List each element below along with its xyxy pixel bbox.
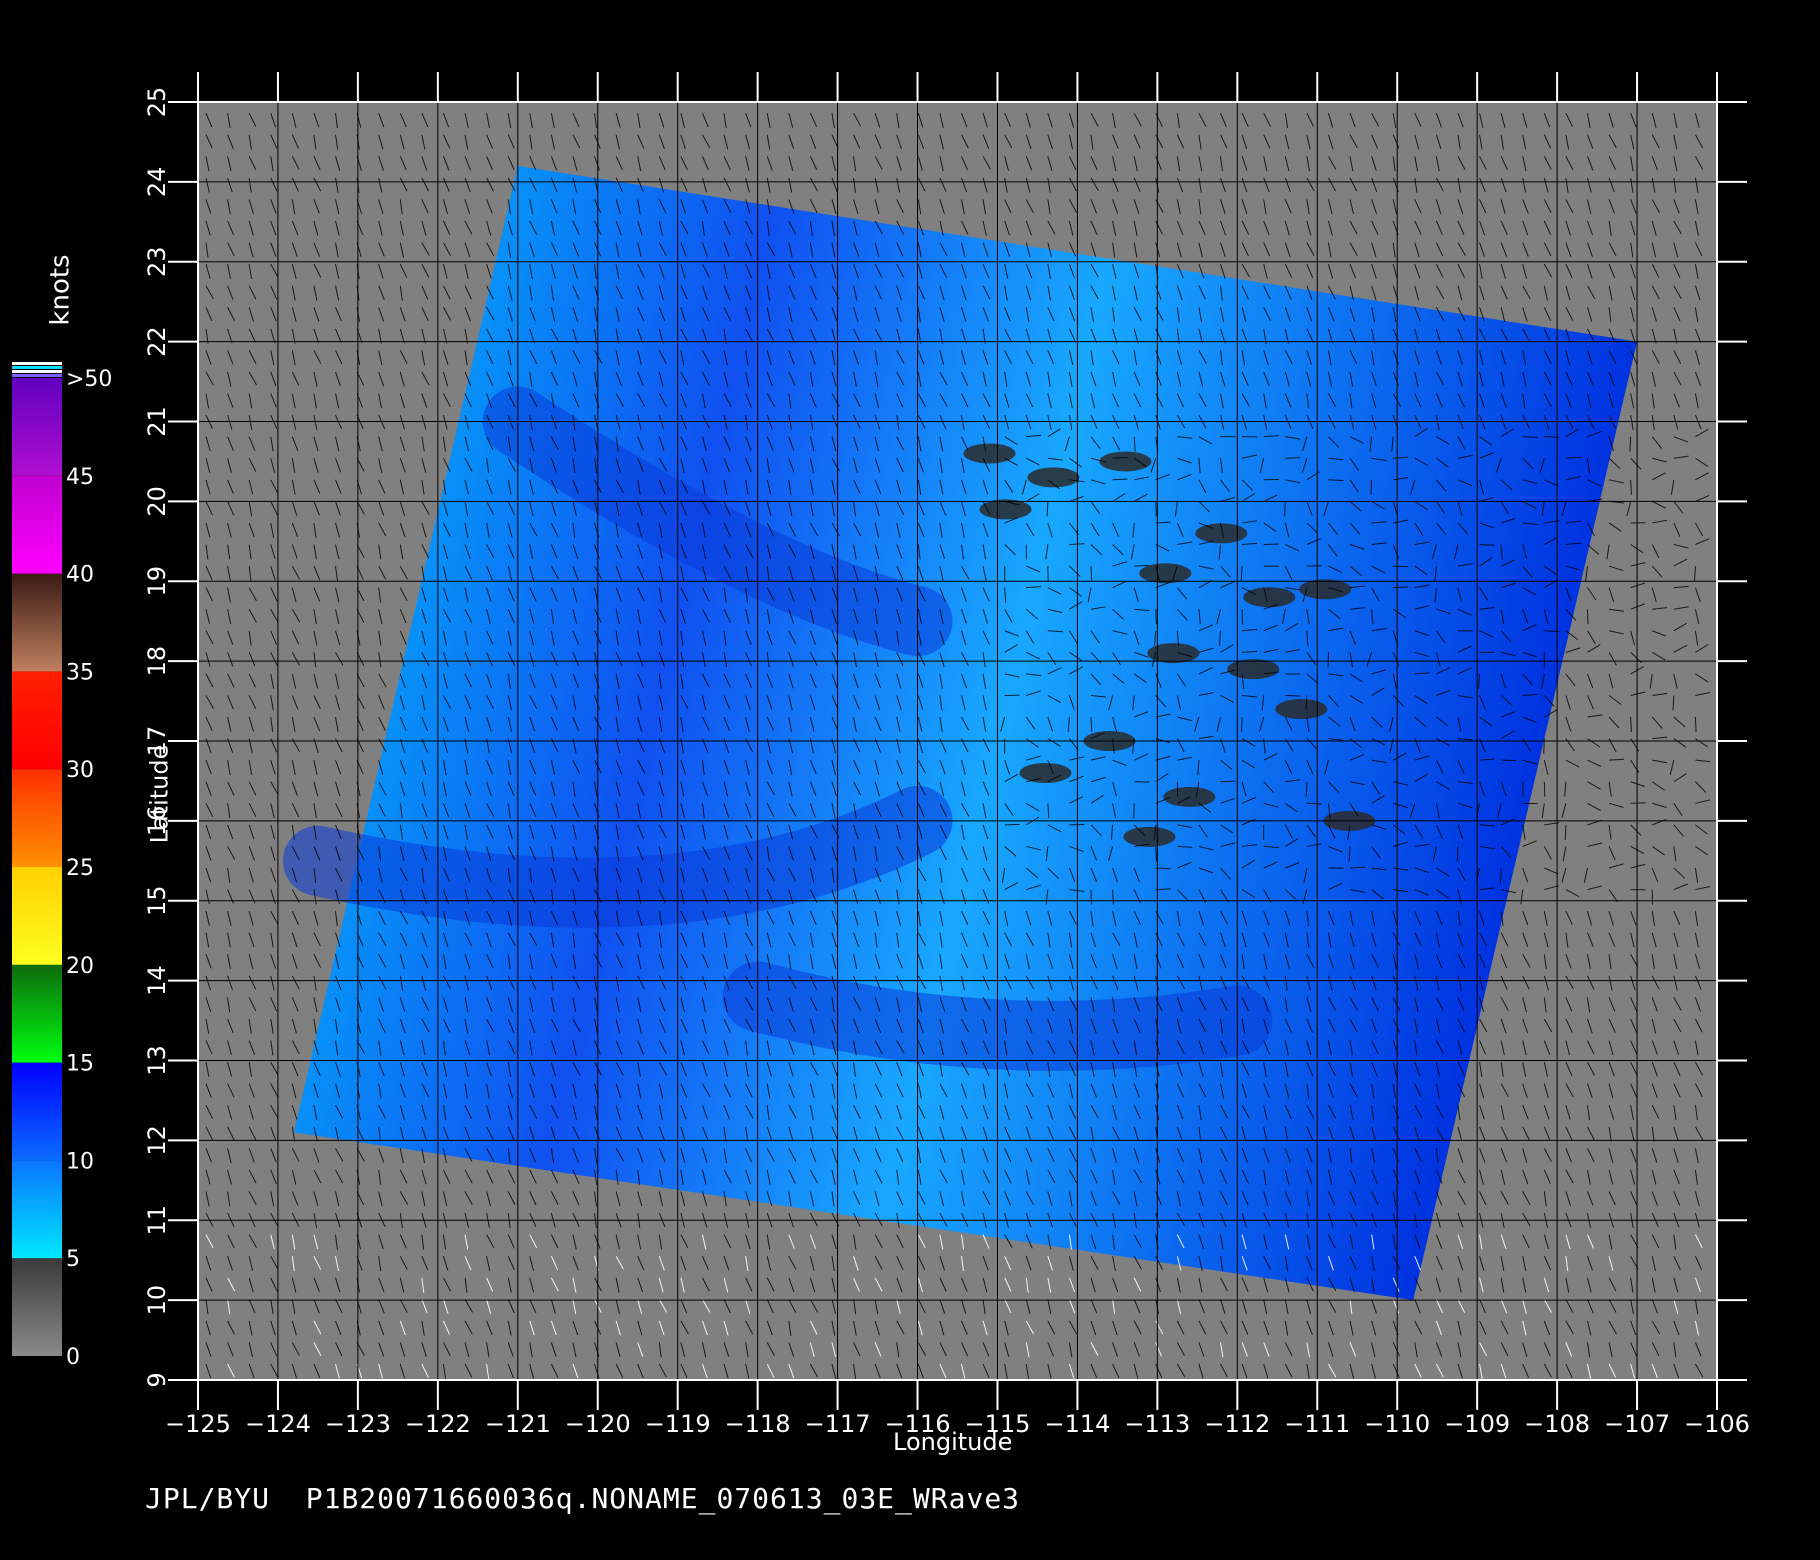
x-tick-label: −125 — [165, 1410, 231, 1438]
wind-barb — [1090, 889, 1093, 905]
wind-barb — [1241, 717, 1243, 733]
wind-barb — [1155, 867, 1171, 870]
x-tick-label: −117 — [805, 1410, 871, 1438]
colorbar-label: 35 — [66, 660, 94, 685]
colorbar-band — [12, 964, 62, 1063]
colorbar-band — [12, 769, 62, 867]
colorbar-cap-stripe — [12, 374, 62, 377]
wind-barb — [1393, 565, 1409, 568]
colorbar-label: 45 — [66, 465, 94, 490]
rain-flag — [1123, 826, 1176, 847]
colorbar-band — [12, 475, 62, 574]
y-axis-label: Latitude — [145, 744, 174, 844]
x-tick-label: −123 — [325, 1410, 391, 1438]
y-tick-label: 12 — [143, 1125, 171, 1156]
rain-flag — [1099, 451, 1152, 472]
colorbar-label: 40 — [66, 563, 94, 588]
wind-barb — [1285, 694, 1301, 697]
wind-barb — [1456, 846, 1459, 862]
wind-barb — [1155, 501, 1157, 517]
rain-flag — [1227, 659, 1280, 680]
colorbar-label: 30 — [66, 758, 94, 783]
colorbar-label: 5 — [66, 1247, 80, 1272]
x-tick-label: −110 — [1364, 1410, 1430, 1438]
y-tick-label: 20 — [143, 486, 171, 517]
colorbar-band — [12, 1160, 62, 1259]
colorbar-cap-stripe — [12, 366, 62, 369]
x-tick-label: −122 — [405, 1410, 471, 1438]
x-tick-label: −119 — [645, 1410, 711, 1438]
colorbar-band — [12, 1258, 62, 1356]
x-tick-label: −112 — [1204, 1410, 1270, 1438]
x-tick-label: −120 — [565, 1410, 631, 1438]
scatterometer-swath — [293, 165, 1638, 1301]
y-tick-label: 14 — [143, 965, 171, 996]
colorbar-band — [12, 378, 62, 476]
wind-barb — [1522, 781, 1524, 797]
wind-barb — [1155, 888, 1171, 891]
wind-barb — [1694, 717, 1697, 733]
wind-barb — [1586, 609, 1589, 625]
colorbar-label: 20 — [66, 954, 94, 979]
x-tick-label: −108 — [1524, 1410, 1590, 1438]
y-tick-label: 19 — [143, 566, 171, 597]
wind-barb — [1305, 781, 1308, 797]
x-tick-label: −114 — [1044, 1410, 1110, 1438]
y-tick-label: 11 — [143, 1205, 171, 1236]
x-tick-label: −113 — [1124, 1410, 1190, 1438]
wind-barb — [1155, 609, 1157, 625]
colorbar-label: 25 — [66, 856, 94, 881]
x-tick-label: −109 — [1444, 1410, 1510, 1438]
colorbar-band — [12, 573, 62, 672]
y-tick-label: 23 — [143, 246, 171, 277]
wind-barb — [1134, 565, 1150, 567]
y-tick-label: 15 — [143, 885, 171, 916]
y-tick-label: 21 — [143, 406, 171, 437]
colorbar-band — [12, 1062, 62, 1161]
rain-flag — [1299, 579, 1352, 600]
y-tick-label: 25 — [143, 87, 171, 118]
x-axis-label: Longitude — [893, 1428, 1013, 1456]
x-tick-label: −118 — [725, 1410, 791, 1438]
wind-barb — [1220, 780, 1236, 783]
x-tick-label: −111 — [1284, 1410, 1350, 1438]
wind-barb — [1370, 479, 1373, 495]
colorbar-label: >50 — [66, 367, 112, 392]
footer-caption: JPL/BYU P1B20071660036q.NONAME_070613_03… — [145, 1482, 1020, 1515]
rain-flag — [1243, 587, 1296, 608]
colorbar-label: 10 — [66, 1149, 94, 1174]
rain-flag — [1019, 762, 1072, 783]
x-tick-label: −106 — [1684, 1410, 1750, 1438]
y-tick-label: 10 — [143, 1285, 171, 1316]
wind-barb — [1522, 436, 1538, 438]
y-tick-label: 18 — [143, 646, 171, 677]
colorbar-title: knots — [45, 254, 76, 326]
wind-barb — [1630, 717, 1632, 733]
y-tick-label: 13 — [143, 1045, 171, 1076]
rain-flag — [1275, 699, 1328, 720]
x-tick-label: −124 — [245, 1410, 311, 1438]
x-tick-label: −121 — [485, 1410, 551, 1438]
colorbar-cap-stripe — [12, 362, 62, 365]
x-tick-label: −107 — [1604, 1410, 1670, 1438]
rain-flag — [1139, 563, 1192, 584]
y-tick-label: 22 — [143, 326, 171, 357]
wind-barb — [1564, 824, 1567, 840]
colorbar-label: 0 — [66, 1345, 80, 1370]
wind-barb — [1046, 501, 1049, 517]
colorbar-cap-stripe — [12, 370, 62, 373]
wind-map-figure: −125 −124 −123 −122 −121 −120 −119 −118 −117 −116… — [12, 72, 1750, 1438]
wind-barb — [1090, 717, 1093, 733]
colorbar-label: 15 — [66, 1052, 94, 1077]
colorbar-band — [12, 867, 62, 965]
colorbar-band — [12, 671, 62, 770]
footer-credit: JPL/BYU — [145, 1482, 271, 1515]
y-tick-label: 9 — [143, 1372, 171, 1387]
colorbar: 0 5 10 15 20 25 30 35 40 45 >50 — [12, 362, 112, 1370]
y-tick-label: 24 — [143, 167, 171, 198]
wind-barb — [1285, 457, 1301, 459]
wind-barb — [1090, 566, 1093, 582]
footer-filename: P1B20071660036q.NONAME_070613_03E_WRave3 — [305, 1482, 1021, 1515]
